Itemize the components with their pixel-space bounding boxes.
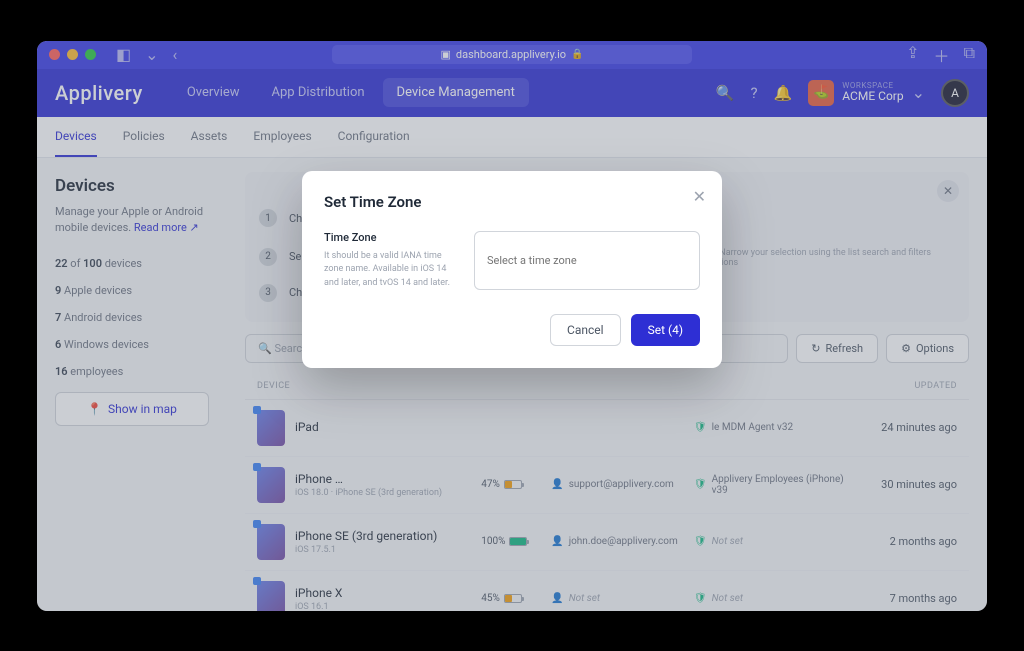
modal-close-button[interactable]: ✕ <box>693 187 706 206</box>
cancel-button[interactable]: Cancel <box>550 314 621 346</box>
field-description: It should be a valid IANA time zone name… <box>324 250 454 291</box>
field-label: Time Zone <box>324 231 454 244</box>
set-button[interactable]: Set (4) <box>631 314 700 346</box>
timezone-input[interactable] <box>474 231 700 291</box>
app-window: ◧ ⌄ ‹ ▣ dashboard.applivery.io 🔒 ⇪ ＋ ⧉ A… <box>37 41 987 611</box>
modal-overlay[interactable]: ✕ Set Time Zone Time Zone It should be a… <box>37 41 987 611</box>
modal-title: Set Time Zone <box>324 193 700 211</box>
set-timezone-modal: ✕ Set Time Zone Time Zone It should be a… <box>302 171 722 369</box>
